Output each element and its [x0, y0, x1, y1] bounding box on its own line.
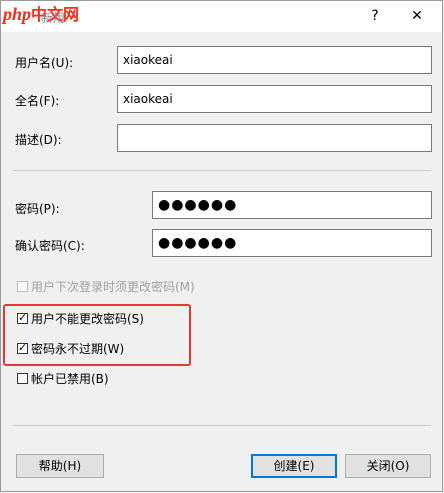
password-field[interactable]: ●●●●●● [152, 191, 432, 219]
window-title: 新用 [41, 11, 66, 25]
fullname-field[interactable]: xiaokeai [117, 85, 432, 113]
separator [13, 425, 431, 426]
checkbox-icon [17, 280, 28, 292]
close-title-button[interactable]: ✕ [405, 6, 429, 26]
must-change-checkbox[interactable]: 用户下次登录时须更改密码(M) [17, 278, 195, 294]
username-field[interactable]: xiaokeai [117, 46, 432, 74]
checkbox-icon [17, 372, 28, 384]
separator [13, 170, 431, 171]
password-label: 密码(P): [15, 202, 60, 216]
highlight-annotation-box [3, 304, 191, 366]
help-button[interactable]: 帮助(H) [16, 454, 104, 478]
description-label: 描述(D): [15, 133, 62, 147]
description-field[interactable] [117, 124, 432, 152]
new-user-dialog: php中文网 新用 ? ✕ 用户名(U): xiaokeai 全名(F): xi… [0, 0, 443, 492]
close-button[interactable]: 关闭(O) [345, 454, 431, 478]
confirm-password-field[interactable]: ●●●●●● [152, 229, 432, 257]
title-bar: php中文网 新用 ? ✕ [1, 1, 442, 32]
username-label: 用户名(U): [15, 56, 74, 70]
help-title-button[interactable]: ? [363, 6, 387, 26]
account-disabled-checkbox[interactable]: 帐户已禁用(B) [17, 370, 109, 386]
confirm-password-label: 确认密码(C): [15, 239, 85, 253]
fullname-label: 全名(F): [15, 94, 60, 108]
create-button[interactable]: 创建(E) [251, 454, 337, 478]
